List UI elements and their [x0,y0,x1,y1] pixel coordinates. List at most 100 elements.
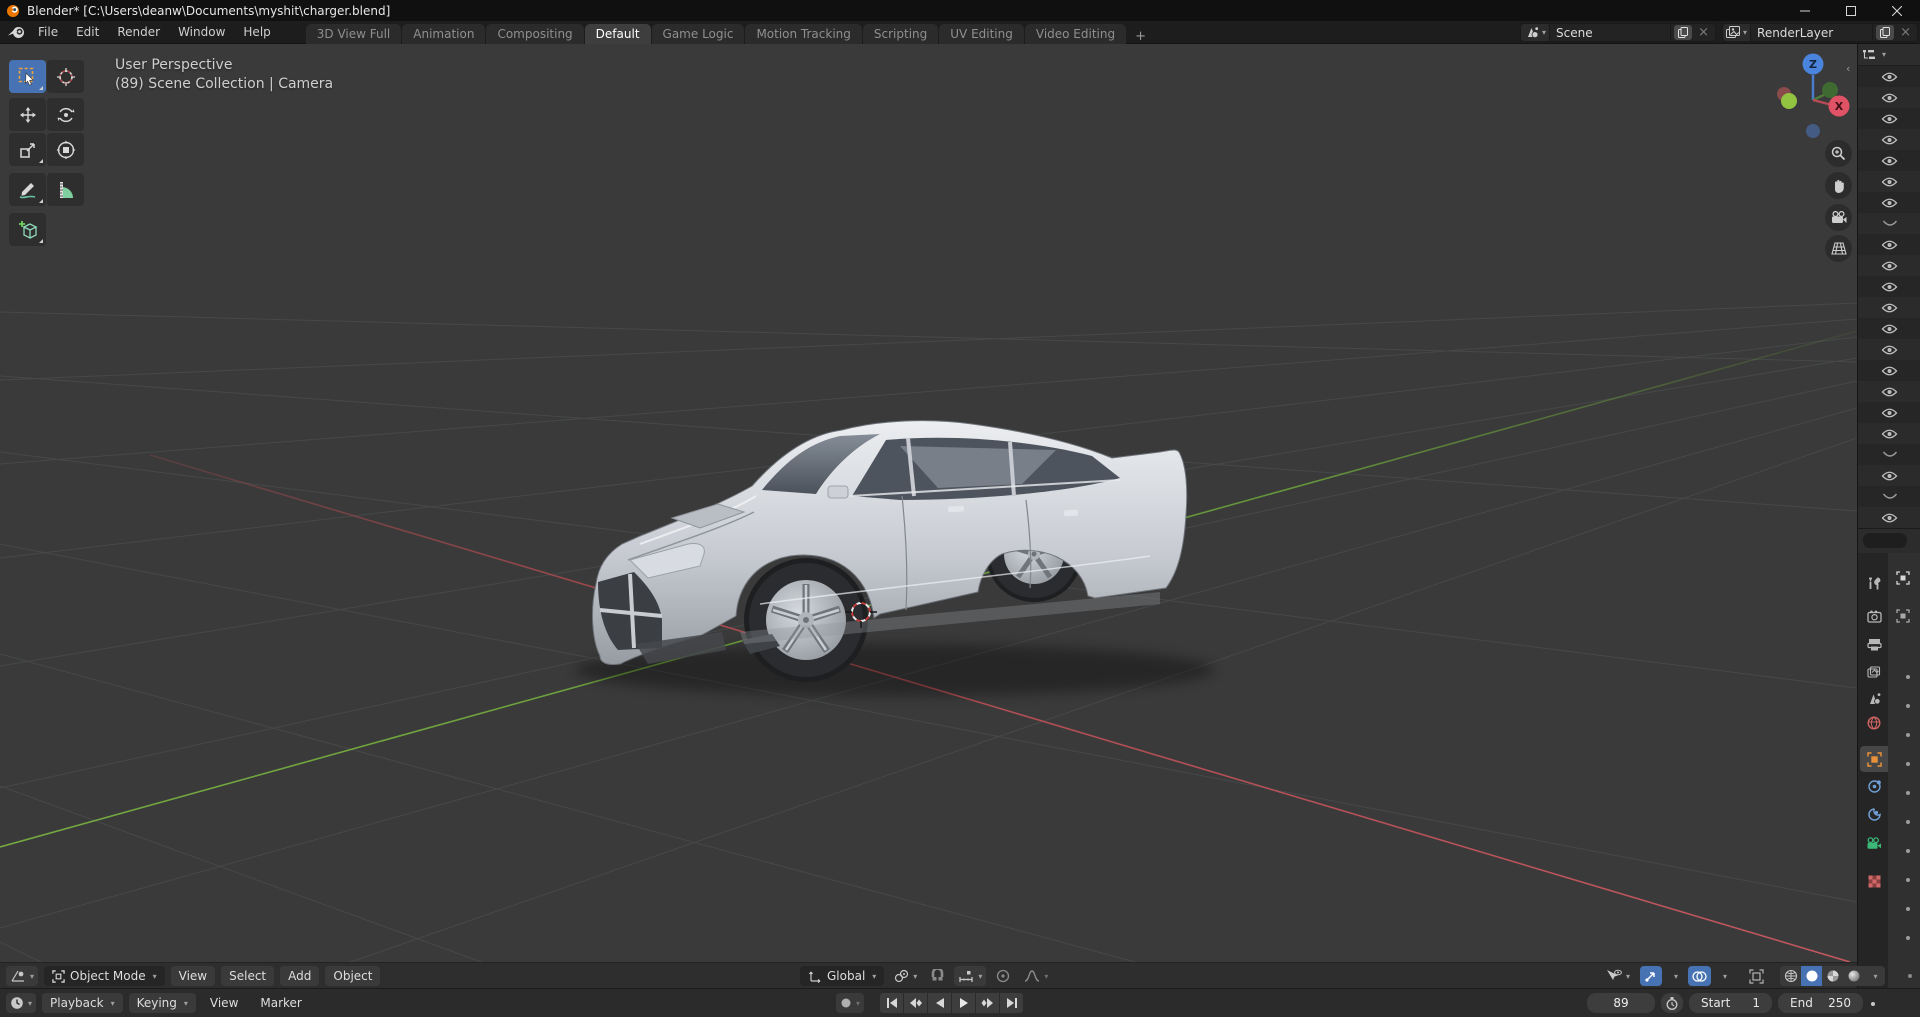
tool-move[interactable] [9,98,46,131]
outliner-visibility-row[interactable] [1858,276,1920,297]
use-preview-range-button[interactable] [1661,993,1683,1013]
properties-tab-tool[interactable] [1860,570,1888,596]
jump-to-start-button[interactable] [880,993,904,1013]
auto-keying-toggle[interactable]: ▾ [836,993,865,1013]
frame-end-field[interactable]: End 250 [1778,993,1863,1013]
close-button[interactable] [1874,0,1920,21]
outliner-visibility-row[interactable] [1858,339,1920,360]
shading-dropdown[interactable]: ▾ [1864,966,1885,986]
viewport-3d[interactable]: User Perspective (89) Scene Collection |… [0,44,1857,962]
workspace-tab-default[interactable]: Default [584,23,651,44]
outliner-visibility-row[interactable] [1858,192,1920,213]
outliner-visibility-row[interactable] [1858,318,1920,339]
scene-name-field[interactable]: Scene [1550,23,1672,42]
properties-tab-physics[interactable] [1860,801,1888,827]
properties-tab-texture[interactable] [1860,868,1888,894]
toggle-ortho-button[interactable] [1825,235,1852,262]
editor-type-timeline-button[interactable]: ▾ [6,993,37,1013]
menu-render[interactable]: Render [108,22,169,42]
xray-toggle[interactable] [1745,966,1768,986]
outliner-visibility-row[interactable] [1858,381,1920,402]
outliner-visibility-row[interactable] [1858,465,1920,486]
add-workspace-button[interactable]: + [1127,29,1154,44]
timeline-view-menu[interactable]: View [202,993,246,1013]
shading-rendered-button[interactable] [1843,966,1864,986]
properties-editor-type-button[interactable] [1863,533,1907,548]
next-keyframe-button[interactable] [976,993,1000,1013]
outliner-visibility-row[interactable] [1858,87,1920,108]
overlays-dropdown[interactable]: ▾ [1717,966,1731,986]
mode-dropdown[interactable]: Object Mode ▾ [44,966,165,986]
properties-tab-output[interactable] [1860,631,1888,657]
blender-app-icon[interactable] [8,26,25,39]
timeline-marker-menu[interactable]: Marker [252,993,309,1013]
menu-select[interactable]: Select [221,966,275,986]
maximize-button[interactable] [1828,0,1874,21]
scene-unlink-button[interactable]: × [1695,25,1712,40]
properties-tab-world[interactable] [1860,710,1888,736]
overlays-toggle[interactable] [1688,966,1712,986]
menu-add[interactable]: Add [280,966,320,986]
frame-start-field[interactable]: Start 1 [1689,993,1772,1013]
tool-scale[interactable] [9,133,46,166]
workspace-tab-motion-tracking[interactable]: Motion Tracking [745,23,862,44]
camera-view-button[interactable] [1825,204,1852,231]
properties-tab-scene[interactable] [1860,685,1888,711]
snap-toggle[interactable] [927,966,948,986]
properties-panel-strip[interactable] [1888,553,1920,989]
proportional-editing-toggle[interactable] [992,966,1014,986]
menu-help[interactable]: Help [234,22,279,42]
properties-tab-object-data[interactable] [1860,830,1888,856]
workspace-tab-uv-editing[interactable]: UV Editing [939,23,1024,44]
gizmos-dropdown[interactable]: ▾ [1668,966,1682,986]
shading-solid-button[interactable] [1801,966,1823,986]
render-layer-name-field[interactable]: RenderLayer [1751,23,1874,42]
outliner-visibility-row[interactable] [1858,255,1920,276]
viewport-canvas[interactable] [0,44,1857,962]
proportional-falloff-dropdown[interactable]: ▾ [1020,966,1052,986]
workspace-tab-compositing[interactable]: Compositing [486,23,584,44]
properties-tab-object[interactable] [1860,746,1888,772]
workspace-tab-animation[interactable]: Animation [402,23,486,44]
outliner-collapsed-row[interactable] [1858,444,1920,465]
outliner-visibility-row[interactable] [1858,360,1920,381]
shading-wireframe-button[interactable] [1780,966,1801,986]
render-layer-browse-button[interactable]: ▾ [1722,23,1752,42]
tool-add-cube[interactable] [9,213,46,246]
outliner-collapsed-row[interactable] [1858,213,1920,234]
playback-menu[interactable]: Playback ▾ [42,993,123,1013]
outliner-collapsed-row[interactable] [1858,486,1920,507]
tool-cursor[interactable] [47,60,84,93]
workspace-tab-video-editing[interactable]: Video Editing [1024,23,1127,44]
outliner-display-mode-icon[interactable] [1862,49,1878,61]
transform-orientation-dropdown[interactable]: Global ▾ [800,966,885,986]
outliner-visibility-row[interactable] [1858,108,1920,129]
properties-tab-view-layer[interactable] [1860,658,1888,684]
menu-file[interactable]: File [29,22,67,42]
workspace-tab-3d-view-full[interactable]: 3D View Full [305,23,402,44]
gizmos-toggle[interactable] [1640,966,1663,986]
outliner-visibility-row[interactable] [1858,234,1920,255]
play-reverse-button[interactable] [928,993,952,1013]
minimize-button[interactable] [1782,0,1828,21]
outliner-visibility-row[interactable] [1858,150,1920,171]
navigation-gizmo[interactable]: Z X [1762,48,1857,148]
menu-object[interactable]: Object [325,966,381,986]
shading-material-button[interactable] [1822,966,1843,986]
menu-edit[interactable]: Edit [67,22,108,42]
outliner-visibility-row[interactable] [1858,66,1920,87]
menu-window[interactable]: Window [169,22,234,42]
render-layer-copy-button[interactable] [1876,25,1895,40]
car-model-render[interactable] [575,420,1215,696]
play-button[interactable] [952,993,976,1013]
outliner-visibility-row[interactable] [1858,423,1920,444]
scene-copy-button[interactable] [1674,25,1693,40]
keying-menu[interactable]: Keying ▾ [128,993,196,1013]
outliner-visibility-row[interactable] [1858,402,1920,423]
tool-annotate[interactable] [9,173,46,206]
editor-type-3d-viewport-button[interactable]: ▾ [6,966,39,986]
tool-measure[interactable] [47,173,84,206]
workspace-tab-scripting[interactable]: Scripting [862,23,939,44]
current-frame-field[interactable]: 89 [1587,993,1655,1013]
tool-rotate[interactable] [47,98,84,131]
